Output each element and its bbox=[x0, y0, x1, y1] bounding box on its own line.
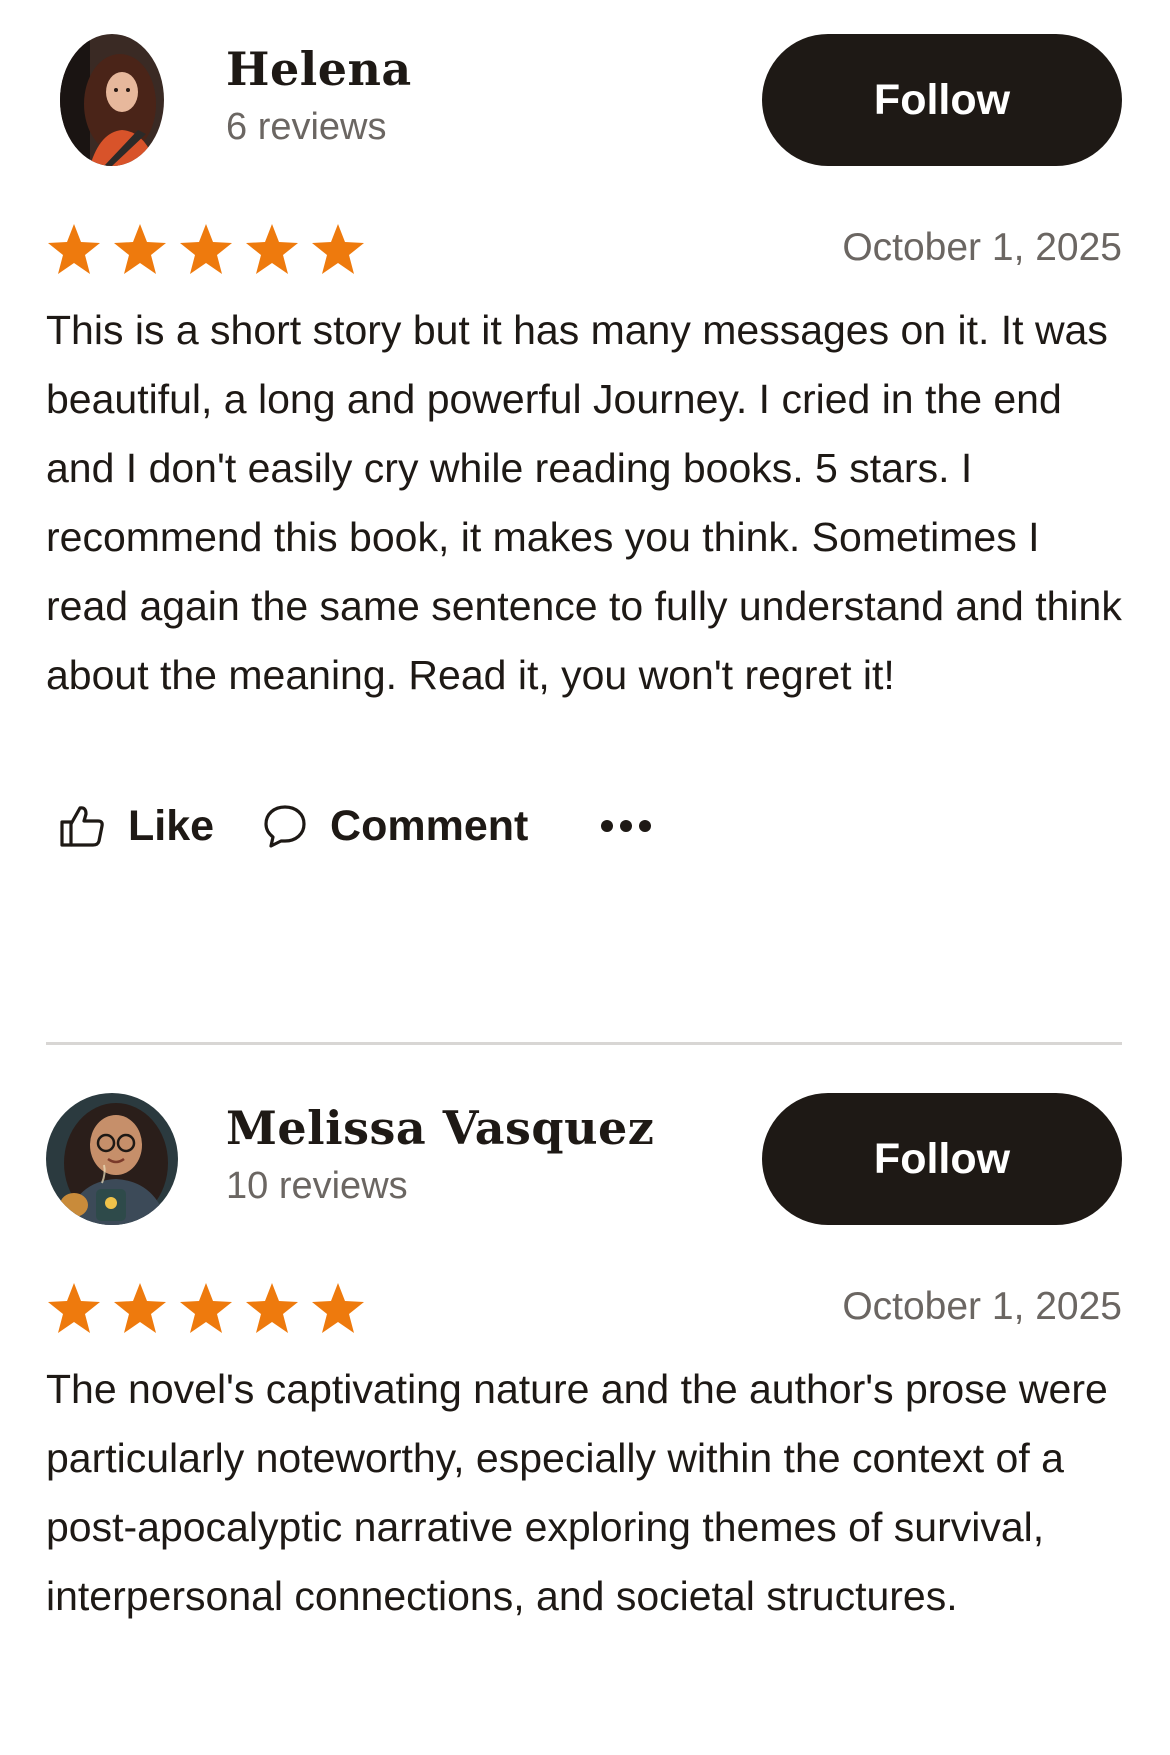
star-rating bbox=[46, 1279, 366, 1349]
review-card: Helena 6 reviews Follow October 1, 2025 … bbox=[46, 34, 1122, 994]
star-icon bbox=[48, 1283, 100, 1333]
reviewer-avatar[interactable] bbox=[60, 34, 164, 166]
star-icon bbox=[48, 224, 100, 274]
follow-button[interactable]: Follow bbox=[762, 34, 1122, 166]
more-options-button[interactable] bbox=[600, 791, 652, 861]
thumbs-up-icon bbox=[58, 802, 106, 850]
star-icon bbox=[180, 224, 232, 274]
comment-bubble-icon bbox=[262, 803, 308, 849]
star-icon bbox=[246, 224, 298, 274]
reviewer-name[interactable]: Melissa Vasquez bbox=[226, 1101, 654, 1155]
avatar-illustration-melissa bbox=[46, 1093, 178, 1225]
reviewer-name[interactable]: Helena bbox=[226, 42, 412, 96]
review-header: Helena 6 reviews Follow bbox=[46, 34, 1122, 166]
star-icon bbox=[246, 1283, 298, 1333]
rating-row: October 1, 2025 bbox=[46, 220, 1122, 290]
like-button[interactable]: Like bbox=[58, 791, 214, 861]
reviewer-avatar[interactable] bbox=[46, 1093, 178, 1225]
review-date: October 1, 2025 bbox=[842, 226, 1122, 269]
star-icon bbox=[114, 1283, 166, 1333]
star-icon bbox=[312, 1283, 364, 1333]
star-icon bbox=[312, 224, 364, 274]
rating-row: October 1, 2025 bbox=[46, 1279, 1122, 1349]
comment-button[interactable]: Comment bbox=[262, 791, 528, 861]
reviewer-review-count: 6 reviews bbox=[226, 106, 387, 148]
more-options-icon bbox=[600, 816, 652, 836]
star-icon bbox=[180, 1283, 232, 1333]
review-divider bbox=[46, 1042, 1122, 1045]
star-rating bbox=[46, 220, 366, 290]
review-date: October 1, 2025 bbox=[842, 1285, 1122, 1328]
like-label: Like bbox=[128, 801, 215, 850]
review-text: This is a short story but it has many me… bbox=[46, 307, 1122, 698]
review-actions: Like Comment bbox=[46, 791, 1122, 861]
review-card: Melissa Vasquez 10 reviews Follow Octobe… bbox=[46, 1093, 1122, 1755]
review-text: The novel's captivating nature and the a… bbox=[46, 1366, 1108, 1619]
avatar-photo-helena bbox=[60, 34, 164, 166]
comment-label: Comment bbox=[330, 801, 529, 850]
review-header: Melissa Vasquez 10 reviews Follow bbox=[46, 1093, 1122, 1225]
star-icon bbox=[114, 224, 166, 274]
reviewer-review-count: 10 reviews bbox=[226, 1165, 408, 1207]
follow-button[interactable]: Follow bbox=[762, 1093, 1122, 1225]
